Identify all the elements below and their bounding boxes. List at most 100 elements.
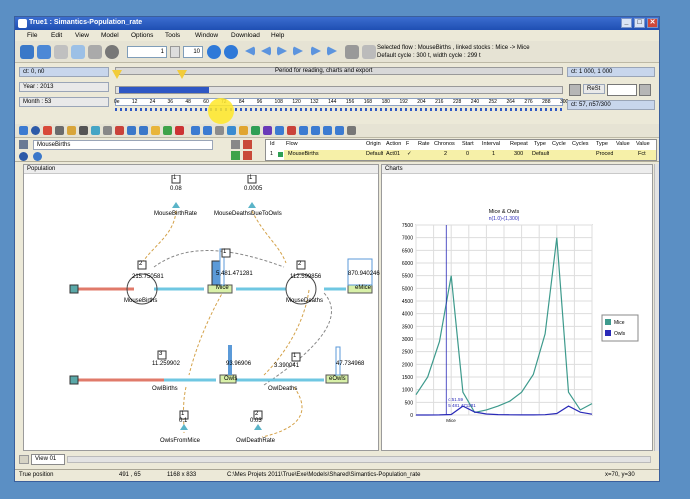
goto-end-icon[interactable] <box>311 46 321 56</box>
cell-type[interactable]: Default <box>532 151 549 159</box>
month-field[interactable]: Month : 53 <box>19 97 109 107</box>
menu-edit[interactable]: Edit <box>51 32 62 39</box>
save-icon[interactable] <box>54 45 68 59</box>
play-icon[interactable] <box>207 45 221 59</box>
deathrate-param-icon[interactable] <box>248 202 256 208</box>
param-save-icon[interactable] <box>19 140 28 149</box>
minimize-button[interactable]: _ <box>621 18 632 28</box>
flow-tool-icon[interactable] <box>43 126 52 135</box>
chart-tool-icon[interactable] <box>127 126 136 135</box>
arrow-down-icon[interactable] <box>311 126 320 135</box>
text-tool-icon[interactable] <box>103 126 112 135</box>
flow-copy-icon[interactable] <box>231 140 240 149</box>
cell-origin[interactable]: Default <box>366 151 383 159</box>
tab-prev-icon[interactable] <box>19 455 29 464</box>
export-icon[interactable] <box>345 45 359 59</box>
cell-action[interactable]: Act01 <box>386 151 400 159</box>
table-icon[interactable] <box>362 45 376 59</box>
menu-file[interactable]: File <box>27 32 37 39</box>
speed-spinner[interactable]: 10 <box>183 46 203 58</box>
more-tools-icon[interactable] <box>347 126 356 135</box>
flow-add-icon[interactable] <box>231 151 240 160</box>
menu-download[interactable]: Download <box>231 32 260 39</box>
cell-f-checkbox[interactable]: ✓ <box>407 151 412 159</box>
mice-owls-chart[interactable]: 0 500 1000 1500 2000 2500 3000 3500 4000 4500 5000… <box>382 175 652 451</box>
menu-options[interactable]: Options <box>131 32 153 39</box>
stop-tool-icon[interactable] <box>175 126 184 135</box>
copy-icon[interactable] <box>227 126 236 135</box>
menu-view[interactable]: View <box>75 32 89 39</box>
settings-icon[interactable] <box>88 45 102 59</box>
param-stock-icon[interactable] <box>19 152 28 161</box>
record-icon[interactable] <box>105 45 119 59</box>
time-ruler[interactable]: 0e12243648607284961081201321441561681801… <box>114 98 568 106</box>
new-model-icon[interactable] <box>20 45 34 59</box>
charts-vertical-scrollbar[interactable] <box>654 164 659 451</box>
zoom-in-icon[interactable] <box>191 126 200 135</box>
owlsfrommice-param-icon[interactable] <box>180 424 188 430</box>
palette-icon[interactable] <box>263 126 272 135</box>
reset-apply-icon[interactable] <box>639 84 651 96</box>
app-icon <box>18 19 27 28</box>
record-stop-icon[interactable] <box>287 126 296 135</box>
tab-view-01[interactable]: View 01 <box>31 454 65 465</box>
link-tool-icon[interactable] <box>67 126 76 135</box>
cell-start[interactable]: 0 <box>466 151 469 159</box>
cell-type2[interactable]: Proced <box>596 151 613 159</box>
cloud-tool-icon[interactable] <box>79 126 88 135</box>
owldeathrate-param-icon[interactable] <box>254 424 262 430</box>
fit-icon[interactable] <box>215 126 224 135</box>
cell-repeat[interactable]: 300 <box>514 151 523 159</box>
horizontal-scrollbar[interactable] <box>67 456 651 463</box>
cell-value2[interactable]: Fct <box>638 151 646 159</box>
cell-interval[interactable]: 1 <box>492 151 495 159</box>
reset-label[interactable]: ReSt <box>583 84 605 94</box>
cell-chronos[interactable]: 2 <box>444 151 447 159</box>
menu-help[interactable]: Help <box>271 32 284 39</box>
maximize-button[interactable]: □ <box>634 18 645 28</box>
param-name-field[interactable]: MouseBirths <box>33 140 213 150</box>
population-diagram[interactable] <box>24 175 380 452</box>
table-tool-icon[interactable] <box>139 126 148 135</box>
flow-remove-icon[interactable] <box>243 151 252 160</box>
year-field[interactable]: Year : 2013 <box>19 82 109 92</box>
folder-tool-icon[interactable] <box>151 126 160 135</box>
flow-delete-icon[interactable] <box>243 140 252 149</box>
time-end-field[interactable]: ct: 1 000, 1 000 <box>567 67 655 77</box>
time-start-field[interactable]: ct: 0, n0 <box>19 67 109 77</box>
pause-icon[interactable] <box>224 45 238 59</box>
arrow-up-icon[interactable] <box>299 126 308 135</box>
select-tool-icon[interactable] <box>19 126 28 135</box>
variable-tool-icon[interactable] <box>55 126 64 135</box>
step-spinner[interactable]: 1 <box>127 46 167 58</box>
application-window: True1 : Simantics-Population_rate _ □ ✕ … <box>14 16 660 482</box>
fast-forward-icon[interactable] <box>293 46 303 56</box>
step-forward-icon[interactable] <box>277 46 287 56</box>
arrow-left-icon[interactable] <box>323 126 332 135</box>
close-button[interactable]: ✕ <box>647 18 658 28</box>
menu-tools[interactable]: Tools <box>165 32 180 39</box>
step-spinner-button[interactable] <box>170 46 180 58</box>
parameter-tool-icon[interactable] <box>91 126 100 135</box>
refresh-icon[interactable] <box>275 126 284 135</box>
check-icon[interactable] <box>251 126 260 135</box>
rewind-icon[interactable] <box>245 46 255 56</box>
lock-icon[interactable] <box>239 126 248 135</box>
delete-tool-icon[interactable] <box>115 126 124 135</box>
view-tab-strip: View 01 <box>15 453 659 467</box>
step-back-icon[interactable] <box>261 46 271 56</box>
reset-icon[interactable] <box>569 84 581 96</box>
reset-value-field[interactable] <box>607 84 637 96</box>
param-flow-icon[interactable] <box>33 152 42 161</box>
zoom-out-icon[interactable] <box>203 126 212 135</box>
arrow-right-icon[interactable] <box>335 126 344 135</box>
menu-window[interactable]: Window <box>195 32 218 39</box>
open-model-icon[interactable] <box>37 45 51 59</box>
stock-tool-icon[interactable] <box>31 126 40 135</box>
print-icon[interactable] <box>71 45 85 59</box>
run-all-icon[interactable] <box>327 46 337 56</box>
grid-tool-icon[interactable] <box>163 126 172 135</box>
cell-flow[interactable]: MouseBirths <box>288 151 319 159</box>
birthrate-param-icon[interactable] <box>172 202 180 208</box>
menu-model[interactable]: Model <box>101 32 119 39</box>
